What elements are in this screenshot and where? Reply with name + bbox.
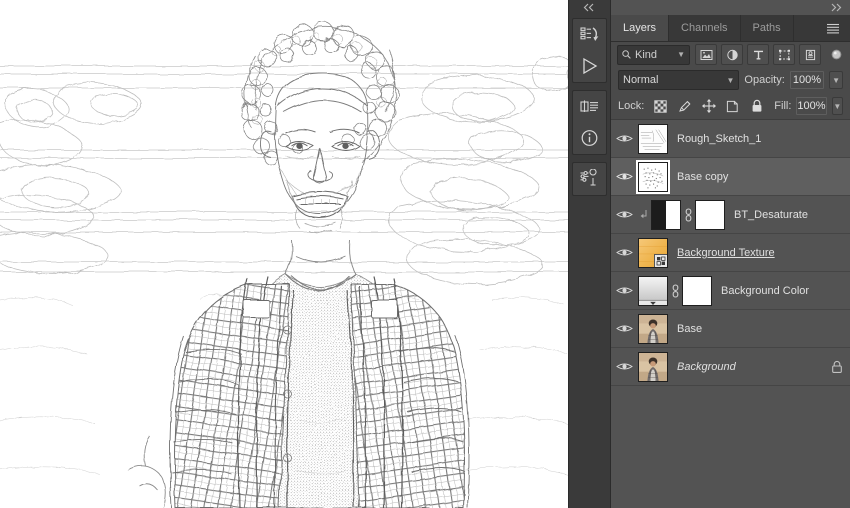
- clipping-mask-arrow-icon: [638, 209, 651, 220]
- opacity-chevron-down-icon[interactable]: ▼: [829, 71, 843, 89]
- chevron-down-icon: ▼: [726, 75, 735, 85]
- tab-paths[interactable]: Paths: [741, 15, 794, 41]
- opacity-label: Opacity:: [744, 74, 785, 86]
- layer-row-base[interactable]: Base: [611, 310, 850, 348]
- mask-link-chain-icon[interactable]: [668, 283, 682, 298]
- filter-kind-select[interactable]: Kind ▼: [617, 44, 690, 65]
- lock-all-icon[interactable]: [749, 99, 764, 114]
- tab-paths-label: Paths: [752, 22, 781, 34]
- panel-icon-rail: [568, 0, 611, 508]
- tab-channels-label: Channels: [681, 22, 728, 34]
- fill-input[interactable]: 100%: [796, 97, 827, 115]
- visibility-toggle-eye-icon[interactable]: [611, 272, 638, 309]
- blend-mode-value: Normal: [623, 74, 659, 86]
- layer-name-label[interactable]: Base: [668, 323, 850, 335]
- visibility-toggle-eye-icon[interactable]: [611, 234, 638, 271]
- visibility-toggle-eye-icon[interactable]: [611, 310, 638, 347]
- chevron-down-icon: ▼: [677, 50, 685, 59]
- tab-channels[interactable]: Channels: [669, 15, 741, 41]
- layer-thumbnail[interactable]: [638, 123, 668, 154]
- filter-type-icon[interactable]: [747, 44, 769, 65]
- layer-list[interactable]: Rough_Sketch_1 Base copy BT_Desaturate B…: [611, 119, 850, 508]
- layer-row-base-copy[interactable]: Base copy: [611, 158, 850, 196]
- info-icon[interactable]: [577, 126, 603, 150]
- layer-row-rough-sketch-1[interactable]: Rough_Sketch_1: [611, 120, 850, 158]
- filter-toggle-icon[interactable]: [828, 47, 844, 63]
- panel-collapse-button[interactable]: [611, 0, 850, 15]
- layer-name-label[interactable]: Background: [668, 361, 824, 373]
- fill-chevron-down-icon[interactable]: ▼: [831, 97, 843, 115]
- blend-mode-select[interactable]: Normal ▼: [618, 70, 740, 90]
- lock-artboard-nesting-icon[interactable]: [725, 99, 740, 114]
- chevron-double-left-icon: [583, 3, 594, 12]
- layer-row-background[interactable]: Background: [611, 348, 850, 386]
- brush-settings-icon[interactable]: [577, 167, 603, 191]
- mask-link-chain-icon[interactable]: [681, 207, 695, 222]
- rail-group-brush-settings: [572, 162, 607, 196]
- layer-thumbnail[interactable]: [636, 159, 670, 194]
- layer-row-background-color[interactable]: Background Color: [611, 272, 850, 310]
- chevron-double-right-icon: [831, 3, 842, 12]
- layer-name-label[interactable]: Base copy: [668, 171, 850, 183]
- rail-group-properties-info: [572, 90, 607, 155]
- visibility-toggle-eye-icon[interactable]: [611, 348, 638, 385]
- rail-group-history-actions: [572, 18, 607, 83]
- layer-locked-icon: [824, 360, 850, 374]
- layer-thumbnail[interactable]: [638, 351, 668, 382]
- lock-icons: [653, 99, 764, 114]
- layer-thumbnail[interactable]: [638, 313, 668, 344]
- lock-row: Lock: Fill: 100% ▼: [611, 93, 850, 119]
- filter-shape-icon[interactable]: [773, 44, 795, 65]
- filter-type-icons: [695, 44, 844, 65]
- layer-row-background-texture[interactable]: Background Texture: [611, 234, 850, 272]
- layer-thumbnail[interactable]: [638, 237, 668, 268]
- blend-mode-row: Normal ▼ Opacity: 100% ▼: [611, 67, 850, 93]
- layer-mask-thumbnail[interactable]: [682, 275, 712, 306]
- visibility-toggle-eye-icon[interactable]: [611, 120, 638, 157]
- layer-filter-row: Kind ▼: [611, 42, 850, 67]
- panel-tab-bar: Layers Channels Paths: [611, 15, 850, 42]
- layer-name-label[interactable]: Background Color: [712, 285, 850, 297]
- gradient-fill-thumbnail[interactable]: [638, 275, 668, 306]
- layer-name-label[interactable]: Background Texture: [668, 247, 850, 259]
- visibility-toggle-eye-icon[interactable]: [611, 196, 638, 233]
- history-icon[interactable]: [577, 23, 603, 47]
- layer-mask-thumbnail[interactable]: [695, 199, 725, 230]
- layer-name-label[interactable]: BT_Desaturate: [725, 209, 850, 221]
- lock-position-icon[interactable]: [701, 99, 716, 114]
- panel-menu-icon[interactable]: [822, 15, 844, 41]
- fill-label: Fill:: [774, 100, 792, 112]
- actions-play-icon[interactable]: [577, 54, 603, 78]
- photoshop-window: Layers Channels Paths Kind ▼ Normal ▼ Op…: [0, 0, 850, 508]
- opacity-input[interactable]: 100%: [789, 71, 825, 89]
- filter-adjustment-icon[interactable]: [721, 44, 743, 65]
- search-icon: [622, 50, 631, 59]
- tab-layers[interactable]: Layers: [611, 15, 670, 41]
- layers-panel: Layers Channels Paths Kind ▼ Normal ▼ Op…: [611, 0, 850, 508]
- lock-image-pixels-icon[interactable]: [677, 99, 692, 114]
- layer-row-bt-desaturate[interactable]: BT_Desaturate: [611, 196, 850, 234]
- tab-layers-label: Layers: [623, 22, 657, 34]
- layer-name-label[interactable]: Rough_Sketch_1: [668, 133, 850, 145]
- filter-pixel-icon[interactable]: [695, 44, 717, 65]
- canvas-area[interactable]: [0, 0, 568, 508]
- sketch-artwork: [0, 0, 568, 508]
- lock-transparent-pixels-icon[interactable]: [653, 99, 668, 114]
- properties-icon[interactable]: [577, 95, 603, 119]
- smart-object-badge-icon: [654, 253, 667, 267]
- filter-kind-label: Kind: [635, 48, 658, 61]
- filter-smart-object-icon[interactable]: [799, 44, 821, 65]
- lock-label: Lock:: [618, 100, 645, 112]
- visibility-toggle-eye-icon[interactable]: [611, 158, 638, 195]
- rail-collapse-button[interactable]: [569, 0, 610, 15]
- adjustment-thumbnail[interactable]: [651, 199, 681, 230]
